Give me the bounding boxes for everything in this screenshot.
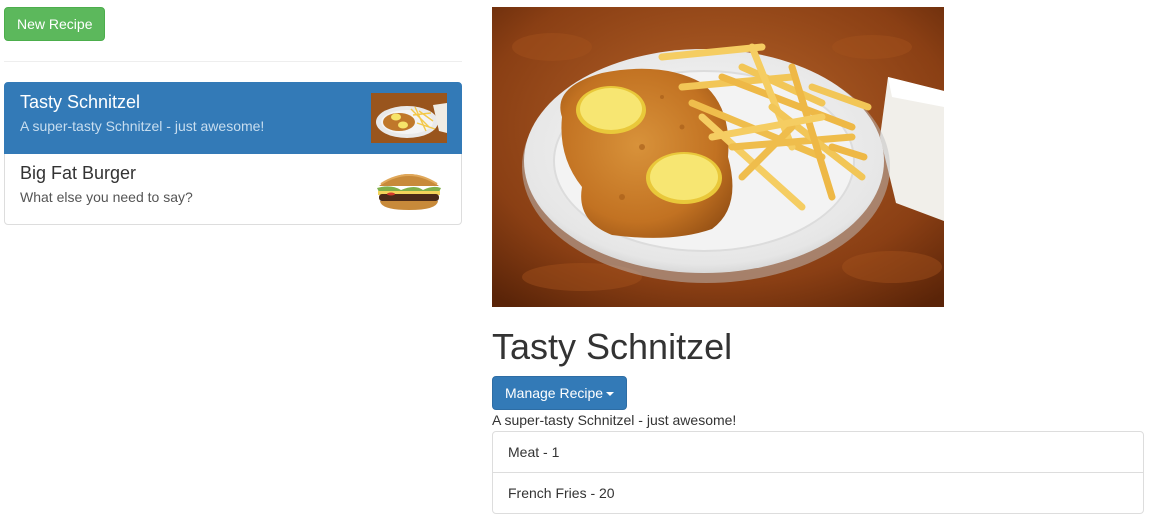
recipe-list: Tasty Schnitzel A super-tasty Schnitzel … [4, 82, 462, 225]
manage-recipe-dropdown-button[interactable]: Manage Recipe [492, 376, 628, 410]
schnitzel-thumbnail [371, 93, 447, 143]
caret-down-icon [606, 392, 615, 397]
recipe-item-name: Tasty Schnitzel [20, 92, 141, 112]
recipe-item-description: What else you need to say? [20, 189, 193, 205]
ingredient-item[interactable]: Meat - 1 [492, 431, 1144, 473]
ingredient-list: Meat - 1 French Fries - 20 [492, 431, 1144, 514]
new-recipe-button[interactable]: New Recipe [4, 7, 106, 41]
recipe-item-description: A super-tasty Schnitzel - just awesome! [20, 118, 265, 134]
recipe-hero-image [492, 7, 944, 307]
divider [4, 61, 462, 62]
ingredient-item[interactable]: French Fries - 20 [492, 472, 1144, 514]
manage-recipe-label: Manage Recipe [505, 385, 604, 401]
recipe-book-app: New Recipe Tasty Schnitzel A super-tasty… [0, 0, 1150, 519]
recipe-detail-panel: Tasty Schnitzel Manage Recipe A super-ta… [492, 7, 1144, 514]
recipe-item-big-fat-burger[interactable]: Big Fat Burger What else you need to say… [4, 153, 462, 225]
burger-thumbnail [371, 164, 447, 214]
recipe-item-tasty-schnitzel[interactable]: Tasty Schnitzel A super-tasty Schnitzel … [4, 82, 462, 154]
recipe-description: A super-tasty Schnitzel - just awesome! [492, 412, 737, 428]
recipe-item-name: Big Fat Burger [20, 163, 137, 183]
recipe-title: Tasty Schnitzel [492, 326, 733, 367]
recipe-list-panel: New Recipe Tasty Schnitzel A super-tasty… [4, 7, 462, 225]
